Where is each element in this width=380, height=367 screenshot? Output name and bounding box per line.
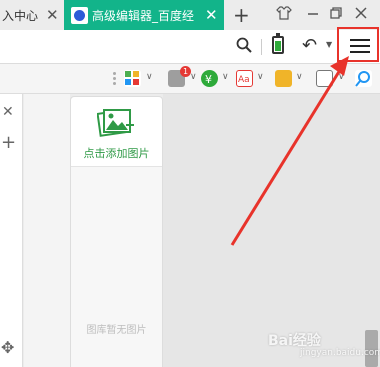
svg-text:Aa: Aa	[238, 75, 250, 85]
tab-strip: 入中心 ✕ 高级编辑器_百度经 ✕ +	[0, 0, 380, 30]
chevron-down-icon[interactable]: ▼	[326, 40, 332, 49]
translate-icon[interactable]: Aa	[236, 70, 253, 87]
minimize-icon[interactable]	[306, 6, 320, 24]
chevron-down-icon[interactable]: ∨	[190, 72, 197, 82]
chevron-down-icon[interactable]: ∨	[338, 72, 345, 82]
add-image-button[interactable]: 点击添加图片	[71, 97, 162, 167]
extension-bar: ∨ 1 ∨ ¥ ∨ Aa ∨ ∨ ∨	[0, 64, 380, 94]
close-window-icon[interactable]	[354, 6, 368, 24]
left-sidebar: ✕ + ✥	[0, 94, 23, 367]
address-toolbar: ↶ ▼	[0, 30, 380, 64]
skin-icon[interactable]	[276, 6, 292, 24]
chevron-down-icon[interactable]: ∨	[222, 72, 229, 82]
chevron-down-icon[interactable]: ∨	[146, 72, 153, 82]
add-image-label: 点击添加图片	[83, 147, 150, 160]
gamepad-icon[interactable]	[316, 70, 333, 87]
watermark: Bai经验	[268, 333, 321, 349]
apps-grid-icon[interactable]	[124, 70, 141, 87]
panel-gap	[24, 94, 70, 367]
editor-canvas[interactable]	[163, 94, 380, 367]
browser-window: 入中心 ✕ 高级编辑器_百度经 ✕ + ↶ ▼ ∨ 1 ∨ ¥ ∨ Aa ∨ ∨…	[0, 0, 380, 367]
new-tab-button[interactable]: +	[233, 3, 250, 27]
empty-library-label: 图库暂无图片	[86, 325, 147, 336]
zoom-icon[interactable]	[355, 70, 372, 87]
baidu-favicon-icon	[71, 6, 88, 24]
search-icon[interactable]	[236, 37, 252, 53]
image-library-panel: 点击添加图片 图库暂无图片	[70, 96, 163, 367]
tab-inactive[interactable]: 入中心 ✕	[0, 0, 62, 30]
screenshot-icon[interactable]	[275, 70, 292, 87]
svg-text:¥: ¥	[205, 73, 212, 86]
chevron-down-icon[interactable]: ∨	[296, 72, 303, 82]
battery-icon[interactable]	[272, 33, 284, 54]
add-image-icon	[97, 109, 134, 137]
toolbar-divider	[261, 39, 262, 55]
tab-active[interactable]: 高级编辑器_百度经 ✕	[64, 0, 224, 30]
chevron-down-icon[interactable]: ∨	[257, 72, 264, 82]
watermark-url: jingyan.baidu.com	[300, 348, 380, 358]
drag-handle-icon[interactable]	[113, 72, 116, 86]
close-icon[interactable]: ✕	[205, 6, 218, 24]
tab-label: 入中心	[2, 8, 39, 23]
tab-label: 高级编辑器_百度经	[92, 8, 195, 23]
main-menu-button[interactable]	[348, 34, 372, 58]
close-icon[interactable]: ✕	[46, 6, 59, 24]
shopping-icon[interactable]: ¥	[201, 70, 218, 87]
restore-icon[interactable]	[329, 6, 343, 24]
close-icon[interactable]: ✕	[2, 104, 14, 120]
move-icon[interactable]: ✥	[1, 338, 14, 357]
add-icon[interactable]: +	[1, 132, 16, 153]
undo-icon[interactable]: ↶	[302, 35, 317, 56]
